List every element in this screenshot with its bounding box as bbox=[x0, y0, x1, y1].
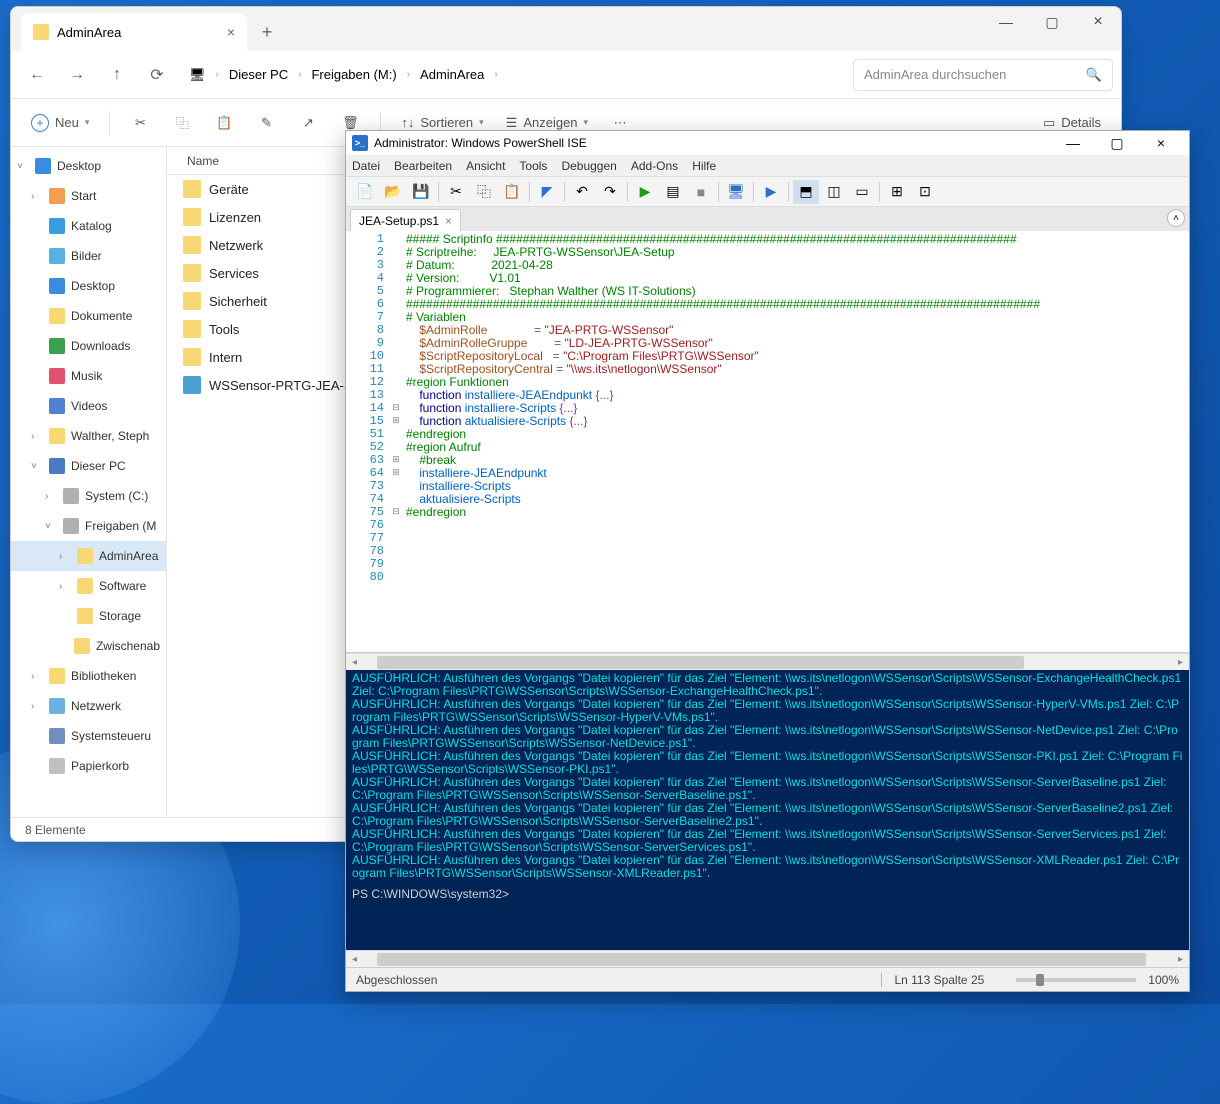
tree-item[interactable]: ›Netzwerk bbox=[11, 691, 166, 721]
paste-icon[interactable]: 📋 bbox=[499, 180, 525, 204]
tree-item[interactable]: Videos bbox=[11, 391, 166, 421]
run-selection-icon[interactable]: ▤ bbox=[660, 180, 686, 204]
breadcrumb[interactable]: 🖥› Dieser PC› Freigaben (M:)› AdminArea› bbox=[179, 59, 849, 91]
undo-icon[interactable]: ↶ bbox=[569, 180, 595, 204]
forward-button[interactable]: → bbox=[59, 57, 95, 93]
rename-button[interactable]: ✎ bbox=[248, 107, 284, 139]
menu-item[interactable]: Tools bbox=[519, 159, 547, 173]
editor-hscrollbar[interactable]: ◂▸ bbox=[346, 653, 1189, 670]
console-hscrollbar[interactable]: ◂▸ bbox=[346, 950, 1189, 967]
refresh-button[interactable]: ⟳ bbox=[139, 57, 175, 93]
tab-close-icon[interactable]: × bbox=[227, 24, 235, 40]
tree-item[interactable]: Musik bbox=[11, 361, 166, 391]
script-tab[interactable]: JEA-Setup.ps1× bbox=[350, 209, 461, 231]
collapse-pane-icon[interactable]: ˄ bbox=[1167, 209, 1185, 227]
ise-editor[interactable]: 1 2 3 4 5 6 7 8 9 10 11 12 13 14 15 51 5… bbox=[346, 231, 1189, 653]
explorer-tab[interactable]: AdminArea × bbox=[21, 13, 247, 51]
cut-button[interactable]: ✂ bbox=[122, 107, 158, 139]
tree-item[interactable]: Papierkorb bbox=[11, 751, 166, 781]
ise-statusbar: Abgeschlossen Ln 113 Spalte 25 100% bbox=[346, 967, 1189, 991]
show-command-icon[interactable]: ⊡ bbox=[912, 180, 938, 204]
tab-close-icon[interactable]: × bbox=[445, 214, 452, 228]
new-tab-button[interactable]: + bbox=[247, 13, 287, 51]
zoom-slider[interactable] bbox=[1016, 978, 1136, 982]
maximize-button[interactable]: ▢ bbox=[1029, 7, 1075, 37]
open-file-icon[interactable]: 📂 bbox=[380, 180, 406, 204]
new-button[interactable]: +Neu▾ bbox=[23, 107, 97, 139]
explorer-navbar: ← → ↑ ⟳ 🖥› Dieser PC› Freigaben (M:)› Ad… bbox=[11, 51, 1121, 99]
tree-item[interactable]: ›Bibliotheken bbox=[11, 661, 166, 691]
explorer-titlebar[interactable]: AdminArea × + — ▢ × bbox=[11, 7, 1121, 51]
layout3-icon[interactable]: ▭ bbox=[849, 180, 875, 204]
tab-title: AdminArea bbox=[57, 25, 121, 40]
copy-button[interactable]: ⿻ bbox=[164, 107, 200, 139]
tree-item[interactable]: ›Software bbox=[11, 571, 166, 601]
search-icon: 🔍 bbox=[1086, 67, 1102, 83]
run-icon[interactable]: ▶ bbox=[632, 180, 658, 204]
powershell-tab-icon[interactable]: ▶ bbox=[758, 180, 784, 204]
clear-icon[interactable]: ◤ bbox=[534, 180, 560, 204]
menu-item[interactable]: Ansicht bbox=[466, 159, 505, 173]
tree-item[interactable]: ˅Dieser PC bbox=[11, 451, 166, 481]
ise-menubar[interactable]: Datei Bearbeiten Ansicht Tools Debuggen Add-O… bbox=[346, 155, 1189, 177]
back-button[interactable]: ← bbox=[19, 57, 55, 93]
tree-item[interactable]: Storage bbox=[11, 601, 166, 631]
copy-icon[interactable]: ⿻ bbox=[471, 180, 497, 204]
menu-item[interactable]: Hilfe bbox=[692, 159, 716, 173]
ise-script-tabs: JEA-Setup.ps1× ˄ bbox=[346, 207, 1189, 231]
redo-icon[interactable]: ↷ bbox=[597, 180, 623, 204]
share-button[interactable]: ↗ bbox=[290, 107, 326, 139]
command-addon-icon[interactable]: ⊞ bbox=[884, 180, 910, 204]
powershell-icon: >_ bbox=[352, 135, 368, 151]
cut-icon[interactable]: ✂ bbox=[443, 180, 469, 204]
ise-close-button[interactable]: × bbox=[1139, 131, 1183, 155]
menu-item[interactable]: Add-Ons bbox=[631, 159, 678, 173]
search-input[interactable]: AdminArea durchsuchen 🔍 bbox=[853, 59, 1113, 91]
folder-icon bbox=[33, 24, 49, 40]
explorer-tree[interactable]: ˅Desktop›Start Katalog Bilder Desktop Do… bbox=[11, 147, 167, 817]
menu-item[interactable]: Bearbeiten bbox=[394, 159, 452, 173]
paste-button[interactable]: 📋 bbox=[206, 107, 242, 139]
tree-item[interactable]: Zwischenab bbox=[11, 631, 166, 661]
up-button[interactable]: ↑ bbox=[99, 57, 135, 93]
ise-minimize-button[interactable]: — bbox=[1051, 131, 1095, 155]
ise-titlebar[interactable]: >_ Administrator: Windows PowerShell ISE… bbox=[346, 131, 1189, 155]
tree-item[interactable]: ›Start bbox=[11, 181, 166, 211]
tree-item[interactable]: Desktop bbox=[11, 271, 166, 301]
ise-console[interactable]: AUSFÜHRLICH: Ausführen des Vorgangs "Dat… bbox=[346, 670, 1189, 950]
pc-icon: 🖥 bbox=[189, 67, 206, 83]
tree-item[interactable]: Downloads bbox=[11, 331, 166, 361]
tree-item[interactable]: ›System (C:) bbox=[11, 481, 166, 511]
menu-item[interactable]: Datei bbox=[352, 159, 380, 173]
layout2-icon[interactable]: ◫ bbox=[821, 180, 847, 204]
tree-item[interactable]: Dokumente bbox=[11, 301, 166, 331]
stop-icon[interactable]: ■ bbox=[688, 180, 714, 204]
tree-item[interactable]: ›AdminArea bbox=[11, 541, 166, 571]
ise-maximize-button[interactable]: ▢ bbox=[1095, 131, 1139, 155]
tree-item[interactable]: Systemsteueru bbox=[11, 721, 166, 751]
ise-toolbar[interactable]: 📄 📂 💾 ✂ ⿻ 📋 ◤ ↶ ↷ ▶ ▤ ■ 🖥 ▶ ⬒ ◫ ▭ ⊞ ⊡ bbox=[346, 177, 1189, 207]
tree-item[interactable]: ˅Freigaben (M bbox=[11, 511, 166, 541]
tree-item[interactable]: ˅Desktop bbox=[11, 151, 166, 181]
save-icon[interactable]: 💾 bbox=[408, 180, 434, 204]
ise-window: >_ Administrator: Windows PowerShell ISE… bbox=[345, 130, 1190, 992]
layout1-icon[interactable]: ⬒ bbox=[793, 180, 819, 204]
minimize-button[interactable]: — bbox=[983, 7, 1029, 37]
tree-item[interactable]: ›Walther, Steph bbox=[11, 421, 166, 451]
close-button[interactable]: × bbox=[1075, 7, 1121, 37]
new-file-icon[interactable]: 📄 bbox=[352, 180, 378, 204]
tree-item[interactable]: Katalog bbox=[11, 211, 166, 241]
tree-item[interactable]: Bilder bbox=[11, 241, 166, 271]
menu-item[interactable]: Debuggen bbox=[561, 159, 616, 173]
remote-icon[interactable]: 🖥 bbox=[723, 180, 749, 204]
